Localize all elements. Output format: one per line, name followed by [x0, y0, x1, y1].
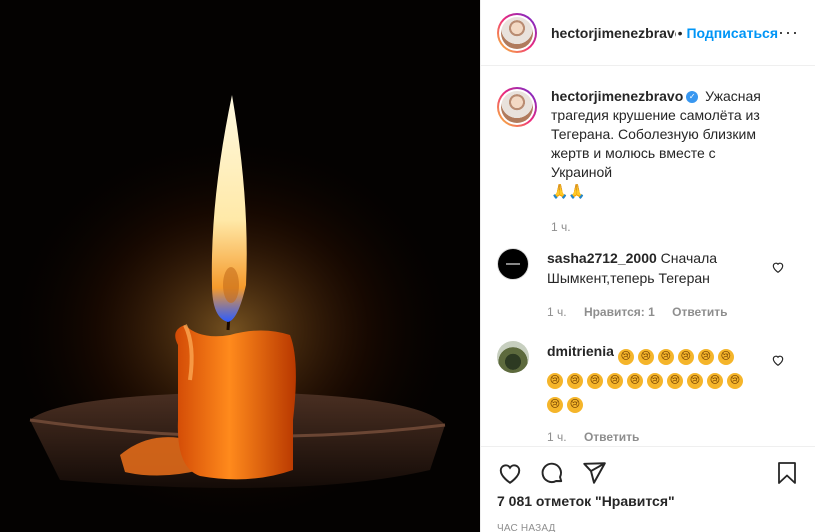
- post-photo[interactable]: [0, 0, 480, 532]
- comment-like-heart-icon[interactable]: [771, 260, 785, 274]
- commenter-avatar[interactable]: [497, 248, 529, 280]
- candle-photo: [0, 0, 480, 532]
- crying-face-emoji-icon: 😢: [707, 373, 723, 389]
- comment-bubble-icon[interactable]: [539, 460, 565, 486]
- likes-count[interactable]: 7 081 отметок "Нравится": [497, 493, 799, 509]
- comment-meta: 1 ч. Нравится: 1 Ответить: [547, 305, 799, 319]
- comment-username[interactable]: dmitrienia: [547, 343, 614, 359]
- crying-face-emoji-icon: 😢: [587, 373, 603, 389]
- crying-face-emoji-icon: 😢: [637, 349, 654, 365]
- commenter-avatar[interactable]: [497, 341, 529, 373]
- save-bookmark-icon[interactable]: [775, 460, 799, 486]
- crying-face-emoji-icon: 😢: [627, 373, 643, 389]
- crying-face-emoji-icon: 😢: [567, 373, 583, 389]
- caption: hectorjimenezbravo ✓ Ужасная трагедия кру…: [497, 67, 799, 201]
- crying-face-emoji-icon: 😢: [667, 373, 683, 389]
- caption-avatar[interactable]: [497, 87, 537, 127]
- post-panel: hectorjimenezbravo • Подписаться ··· hec…: [480, 0, 815, 532]
- separator-dot: •: [677, 24, 683, 41]
- crying-face-emoji-icon: 😢: [617, 349, 634, 365]
- verified-badge-icon: ✓: [686, 91, 699, 104]
- share-send-icon[interactable]: [581, 460, 607, 486]
- reply-button[interactable]: Ответить: [584, 430, 639, 444]
- comment-username[interactable]: sasha2712_2000: [547, 250, 657, 266]
- author-avatar[interactable]: [497, 12, 537, 53]
- comment-item: sasha2712_2000 Сначала Шымкент,теперь Те…: [497, 248, 799, 288]
- crying-face-emoji-icon: 😢: [547, 373, 563, 389]
- caption-time[interactable]: 1 ч.: [551, 220, 799, 234]
- comment-like-heart-icon[interactable]: [771, 353, 785, 367]
- crying-face-emoji-icon: 😢: [607, 373, 623, 389]
- post-time[interactable]: ЧАС НАЗАД: [497, 523, 799, 532]
- comment-item: dmitrienia 😢 😢 😢 😢 😢 😢😢 😢 😢 😢 😢 😢 😢 😢 😢 😢😢 😢: [497, 341, 799, 413]
- crying-face-emoji-icon: 😢: [547, 397, 563, 413]
- post-header: hectorjimenezbravo • Подписаться ···: [481, 0, 815, 66]
- post-actions: 7 081 отметок "Нравится" ЧАС НАЗАД: [481, 446, 815, 532]
- crying-face-emoji-icon: 😢: [657, 349, 674, 365]
- comment-meta: 1 ч. Ответить: [547, 430, 799, 444]
- crying-face-emoji-icon: 😢: [727, 373, 743, 389]
- comment-time[interactable]: 1 ч.: [547, 305, 567, 319]
- more-options-icon[interactable]: ···: [778, 22, 799, 43]
- author-username[interactable]: hectorjimenezbravo: [551, 25, 676, 41]
- like-heart-icon[interactable]: [497, 460, 523, 486]
- caption-username[interactable]: hectorjimenezbravo: [551, 88, 683, 104]
- reply-button[interactable]: Ответить: [672, 305, 727, 319]
- follow-button[interactable]: Подписаться: [686, 25, 778, 41]
- comments-list[interactable]: hectorjimenezbravo ✓ Ужасная трагедия кру…: [481, 67, 815, 445]
- crying-face-emoji-icon: 😢: [697, 349, 714, 365]
- crying-face-emoji-icon: 😢: [677, 349, 694, 365]
- crying-face-emoji-icon: 😢: [687, 373, 703, 389]
- comment-time[interactable]: 1 ч.: [547, 430, 567, 444]
- crying-face-emoji-icon: 😢: [717, 349, 734, 365]
- comment-likes[interactable]: Нравится: 1: [584, 305, 655, 319]
- caption-emojis: 🙏🙏: [551, 183, 586, 199]
- crying-face-emoji-icon: 😢: [567, 397, 583, 413]
- crying-face-emoji-icon: 😢: [647, 373, 663, 389]
